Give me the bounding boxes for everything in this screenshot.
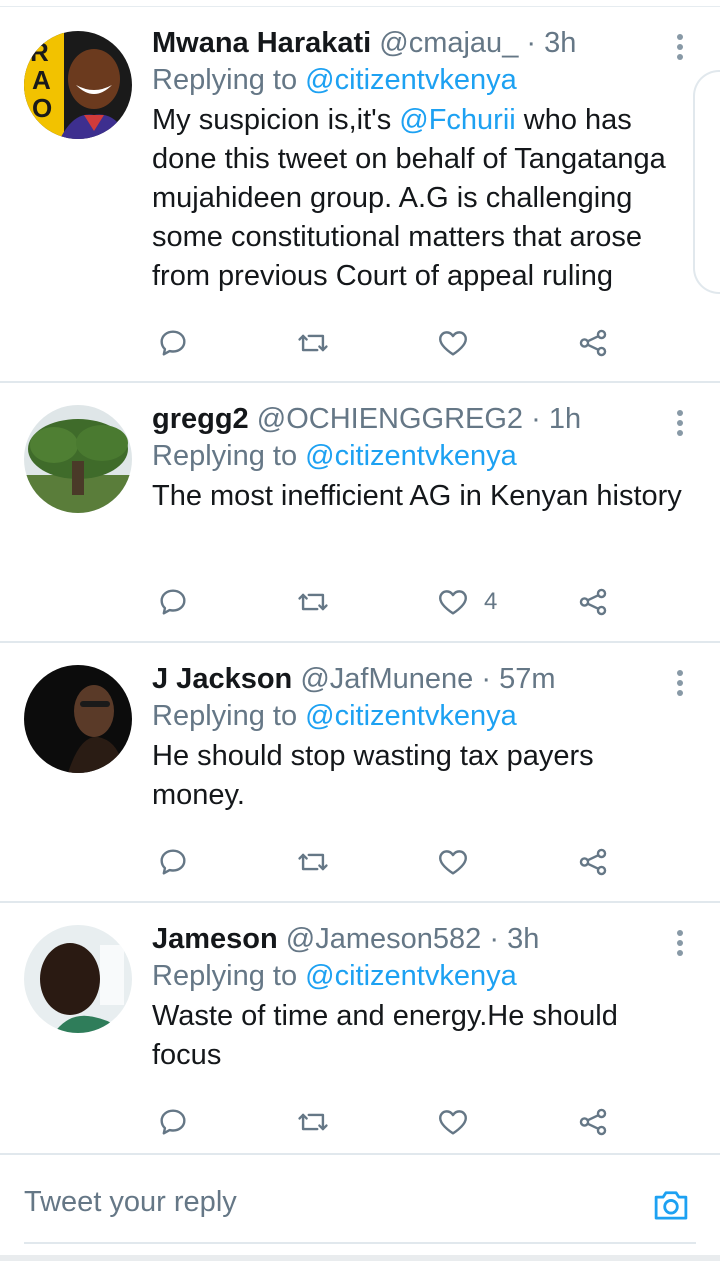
timestamp[interactable]: 57m (499, 663, 555, 695)
like-icon (439, 1110, 467, 1135)
retweet-icon (298, 853, 328, 871)
share-icon (579, 588, 607, 616)
avatar[interactable] (24, 405, 132, 513)
reply-icon (160, 589, 186, 615)
replying-to-label: Replying to (152, 700, 306, 732)
separator-dot: · (481, 663, 491, 695)
replying-to: Replying to @citizentvkenya (152, 697, 690, 735)
share-icon (579, 1108, 607, 1136)
author-handle[interactable]: @Jameson582 (286, 923, 482, 955)
separator-dot: · (489, 923, 500, 955)
reply-button[interactable] (156, 323, 190, 363)
avatar[interactable] (24, 665, 132, 773)
reply-icon (160, 330, 186, 356)
tweet-text: The most inefficient AG in Kenyan histor… (152, 480, 682, 512)
retweet-button[interactable] (296, 323, 330, 363)
share-icon (579, 848, 607, 876)
replying-to: Replying to @citizentvkenya (152, 437, 690, 475)
tweet-actions (150, 842, 630, 882)
retweet-icon (298, 1113, 328, 1131)
like-button[interactable] (436, 323, 484, 363)
retweet-button[interactable] (296, 842, 330, 882)
retweet-button[interactable] (296, 582, 330, 622)
tweet-text-part: My suspicion is,it's (152, 104, 400, 136)
svg-text:O: O (32, 93, 52, 123)
timestamp[interactable]: 1h (549, 403, 581, 435)
share-icon (579, 329, 607, 357)
avatar[interactable]: R A O (24, 31, 132, 139)
separator-dot: · (526, 27, 537, 59)
avatar[interactable] (24, 925, 132, 1033)
share-button[interactable] (576, 842, 610, 882)
reply-button[interactable] (156, 582, 190, 622)
author-name[interactable]: gregg2 (152, 403, 249, 435)
tweet-actions (150, 323, 630, 363)
retweet-button[interactable] (296, 1102, 330, 1142)
reply-icon (160, 1109, 186, 1135)
more-options-icon[interactable] (670, 927, 690, 957)
like-button[interactable] (436, 842, 484, 882)
reply-divider (24, 1242, 696, 1244)
like-icon (439, 850, 467, 875)
share-button[interactable] (576, 582, 610, 622)
svg-text:R: R (30, 37, 49, 67)
top-divider (0, 0, 720, 7)
retweet-icon (298, 593, 328, 611)
tweet-text: My suspicion is,it's @Fchurii who has do… (152, 101, 690, 296)
tweet-item[interactable]: gregg2 @OCHIENGGREG2 · 1h Replying to @c… (0, 383, 720, 643)
author-handle[interactable]: @cmajau_ (379, 27, 518, 59)
share-button[interactable] (576, 1102, 610, 1142)
separator-dot: · (531, 403, 541, 435)
mention-link[interactable]: @citizentvkenya (305, 440, 517, 472)
tweet-item[interactable]: R A O Mwana Harakati @cmajau_ · 3h Reply… (0, 7, 720, 383)
share-button[interactable] (576, 323, 610, 363)
reply-icon (160, 849, 186, 875)
tweet-actions: 4 (150, 582, 630, 622)
like-icon (439, 331, 467, 356)
tweet-text: Waste of time and energy.He should focus (152, 1000, 618, 1071)
replying-to-label: Replying to (152, 440, 306, 472)
mention-link[interactable]: @citizentvkenya (305, 960, 517, 992)
more-options-icon[interactable] (670, 407, 690, 437)
like-button[interactable]: 4 (436, 582, 497, 622)
svg-text:A: A (32, 65, 51, 95)
reply-button[interactable] (156, 842, 190, 882)
replying-to: Replying to @citizentvkenya (152, 61, 690, 99)
retweet-icon (298, 334, 328, 352)
author-name[interactable]: J Jackson (152, 663, 292, 695)
author-handle[interactable]: @JafMunene (300, 663, 473, 695)
replying-to-label: Replying to (152, 960, 306, 992)
author-name[interactable]: Jameson (152, 923, 278, 955)
reply-input[interactable]: Tweet your reply (24, 1186, 237, 1219)
author-name[interactable]: Mwana Harakati (152, 27, 371, 59)
tweet-text: He should stop wasting tax payers money. (152, 740, 594, 811)
camera-icon[interactable] (650, 1184, 692, 1226)
like-button[interactable] (436, 1102, 484, 1142)
bottom-edge (0, 1255, 720, 1261)
mention-link[interactable]: @Fchurii (399, 104, 515, 136)
like-count: 4 (484, 588, 498, 615)
timestamp[interactable]: 3h (544, 27, 576, 59)
tweet-actions (150, 1102, 630, 1142)
like-icon (439, 590, 467, 615)
reply-button[interactable] (156, 1102, 190, 1142)
scroll-handle[interactable] (693, 70, 720, 294)
replying-to-label: Replying to (152, 64, 306, 96)
mention-link[interactable]: @citizentvkenya (305, 700, 517, 732)
replying-to: Replying to @citizentvkenya (152, 957, 690, 995)
tweet-item[interactable]: J Jackson @JafMunene · 57m Replying to @… (0, 643, 720, 903)
mention-link[interactable]: @citizentvkenya (305, 64, 517, 96)
timestamp[interactable]: 3h (507, 923, 539, 955)
tweet-item[interactable]: Jameson @Jameson582 · 3h Replying to @ci… (0, 903, 720, 1155)
more-options-icon[interactable] (670, 667, 690, 697)
more-options-icon[interactable] (670, 31, 690, 61)
reply-composer[interactable]: Tweet your reply (0, 1156, 720, 1256)
author-handle[interactable]: @OCHIENGGREG2 (257, 403, 523, 435)
